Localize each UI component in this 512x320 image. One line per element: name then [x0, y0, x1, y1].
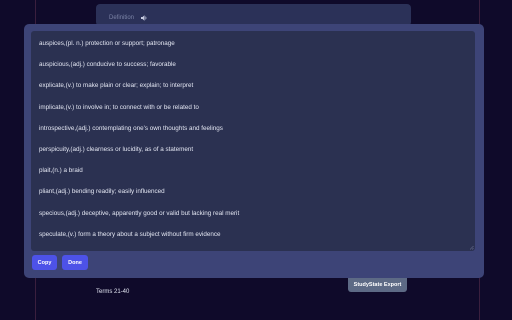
export-entry: explicate,(v.) to make plain or clear; e…	[39, 82, 194, 90]
export-entry: specious,(adj.) deceptive, apparently go…	[39, 209, 240, 217]
export-modal: auspices,(pl. n.) protection or support;…	[24, 24, 484, 278]
export-entry: implicate,(v.) to involve in; to connect…	[39, 103, 199, 111]
studystate-export-tab[interactable]: StudyState Export	[348, 278, 407, 292]
done-button[interactable]: Done	[62, 255, 88, 270]
export-entry: auspicious,(adj.) conducive to success; …	[39, 61, 176, 69]
export-entry: pliant,(adj.) bending readily; easily in…	[39, 188, 165, 196]
definition-label: Definition	[109, 15, 135, 21]
terms-range-label: Terms 21-40	[96, 289, 130, 295]
definition-card: Definition	[96, 4, 411, 26]
page: Definition auspices,(pl. n.) protection …	[0, 0, 512, 320]
export-entry: speculate,(v.) form a theory about a sub…	[39, 230, 221, 238]
export-entry: auspices,(pl. n.) protection or support;…	[39, 40, 175, 47]
export-textarea[interactable]: auspices,(pl. n.) protection or support;…	[31, 31, 475, 251]
export-entries: auspices,(pl. n.) protection or support;…	[39, 40, 467, 251]
export-entry: perspicuity,(adj.) clearness or lucidity…	[39, 145, 194, 153]
export-entry: plait,(n.) a braid	[39, 167, 83, 175]
resize-grip-icon[interactable]	[469, 245, 474, 250]
speaker-icon[interactable]	[140, 14, 148, 22]
export-entry: introspective,(adj.) contemplating one's…	[39, 124, 223, 132]
copy-button[interactable]: Copy	[32, 255, 57, 270]
